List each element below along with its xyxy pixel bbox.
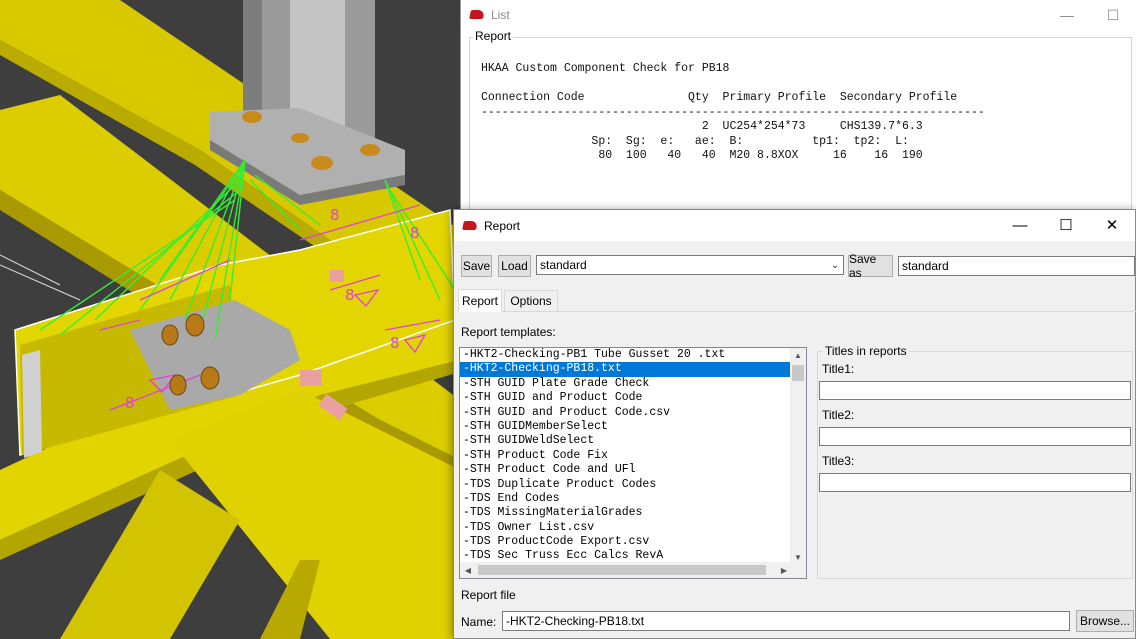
report-output-text[interactable]: HKAA Custom Component Check for PB18 ​Con…	[481, 62, 985, 164]
report-tab-panel: Report templates: -HKT2-Checking-PB1 Tub…	[454, 312, 1135, 592]
minimize-icon: —	[1060, 7, 1074, 23]
tab-report[interactable]: Report	[458, 289, 502, 312]
report-line: ​	[481, 77, 985, 92]
chevron-down-icon[interactable]: ⌄	[827, 256, 843, 274]
tekla-app-icon	[462, 220, 478, 232]
steel-model-rendering: 8 8 8 8 8 8	[0, 0, 460, 639]
close-icon: ✕	[1105, 217, 1119, 234]
report-line: 2 UC254*254*73 CHS139.7*6.3	[481, 120, 923, 133]
template-list-item[interactable]: -STH GUID Plate Grade Check	[460, 377, 792, 391]
template-list-item[interactable]: -STH GUID and Product Code.csv	[460, 406, 792, 420]
title3-label: Title3:	[822, 454, 855, 468]
report-templates-label: Report templates:	[461, 325, 556, 339]
template-list-item[interactable]: -HKT2-Checking-PB1 Tube Gusset 20 .txt	[460, 348, 792, 362]
settings-combo[interactable]: standard ⌄	[536, 255, 844, 275]
list-window: List — ☐ Report HKAA Custom Component Ch…	[460, 0, 1136, 215]
scroll-left-icon[interactable]: ◀	[460, 562, 476, 578]
minimize-icon: —	[1012, 216, 1028, 234]
model-viewport-3d[interactable]: 8 8 8 8 8 8	[0, 0, 460, 639]
template-list-item[interactable]: -HKT2-Checking-PB18.txt	[460, 362, 792, 377]
save-as-button[interactable]: Save as	[848, 252, 893, 280]
template-list-item[interactable]: -TDS End Codes	[460, 492, 792, 506]
template-list-item[interactable]: -STH Product Code and UFl	[460, 463, 792, 477]
template-list-item[interactable]: -STH GUID and Product Code	[460, 391, 792, 405]
title3-input[interactable]	[819, 473, 1131, 492]
titles-in-reports-label: Titles in reports	[823, 344, 909, 358]
tab-options[interactable]: Options	[504, 290, 558, 312]
horizontal-scrollbar[interactable]: ◀ ▶	[460, 562, 792, 578]
tab-strip: Report Options	[458, 289, 1136, 312]
maximize-icon: ☐	[1059, 217, 1073, 234]
minimize-button[interactable]: —	[1044, 0, 1090, 30]
report-line: 80 100 40 40 M20 8.8XOX 16 16 190	[481, 149, 923, 162]
scroll-thumb-horizontal[interactable]	[478, 565, 766, 575]
report-dialog-title: Report	[484, 218, 521, 233]
template-list-item[interactable]: -STH Product Code Fix	[460, 449, 792, 463]
svg-text:8: 8	[345, 286, 355, 304]
title2-input[interactable]	[819, 427, 1131, 446]
list-titlebar[interactable]: List — ☐	[461, 0, 1136, 30]
templates-items: -HKT2-Checking-PB1 Tube Gusset 20 .txt -H…	[460, 348, 792, 564]
minimize-button[interactable]: —	[997, 210, 1043, 240]
browse-button[interactable]: Browse...	[1076, 610, 1134, 632]
scroll-up-icon[interactable]: ▲	[790, 348, 806, 362]
report-file-name-input[interactable]: -HKT2-Checking-PB18.txt	[502, 611, 1070, 631]
scroll-corner	[790, 562, 806, 578]
report-line: ----------------------------------------…	[481, 105, 985, 119]
tekla-app-icon	[469, 9, 485, 21]
report-file-label: Report file	[461, 588, 516, 602]
title2-label: Title2:	[822, 408, 855, 422]
report-line: Sp: Sg: e: ae: B: tp1: tp2: L:	[481, 134, 909, 148]
svg-text:8: 8	[390, 334, 400, 352]
maximize-button[interactable]: ☐	[1090, 0, 1136, 30]
svg-text:8: 8	[125, 394, 135, 412]
maximize-icon: ☐	[1106, 6, 1120, 23]
maximize-button[interactable]: ☐	[1043, 210, 1089, 240]
save-as-input[interactable]: standard	[898, 256, 1135, 276]
settings-combo-value: standard	[540, 258, 587, 272]
save-button[interactable]: Save	[461, 255, 492, 277]
vertical-scrollbar[interactable]: ▲ ▼	[790, 348, 806, 564]
title1-input[interactable]	[819, 381, 1131, 400]
name-label: Name:	[461, 615, 497, 629]
title1-label: Title1:	[822, 362, 855, 376]
list-window-title: List	[491, 8, 510, 22]
scroll-thumb[interactable]	[792, 365, 804, 381]
template-list-item[interactable]: -TDS Owner List.csv	[460, 521, 792, 535]
svg-text:8: 8	[330, 206, 340, 224]
report-templates-list[interactable]: -HKT2-Checking-PB1 Tube Gusset 20 .txt -H…	[459, 347, 807, 579]
load-button[interactable]: Load	[498, 255, 531, 277]
svg-text:8: 8	[410, 224, 420, 242]
template-list-item[interactable]: -STH GUIDMemberSelect	[460, 420, 792, 434]
list-report-group-label: Report	[473, 29, 514, 43]
report-line: Connection Code Qty Primary Profile Seco…	[481, 91, 958, 104]
report-titlebar[interactable]: Report — ☐ ✕	[454, 210, 1135, 241]
template-list-item[interactable]: -TDS Duplicate Product Codes	[460, 478, 792, 492]
report-line: HKAA Custom Component Check for PB18	[481, 62, 730, 75]
close-button[interactable]: ✕	[1089, 210, 1135, 240]
template-list-item[interactable]: -TDS ProductCode Export.csv	[460, 535, 792, 549]
template-list-item[interactable]: -STH GUIDWeldSelect	[460, 434, 792, 448]
report-dialog: Report — ☐ ✕ Save Load standard ⌄ Save a…	[453, 209, 1136, 639]
template-list-item[interactable]: -TDS MissingMaterialGrades	[460, 506, 792, 520]
